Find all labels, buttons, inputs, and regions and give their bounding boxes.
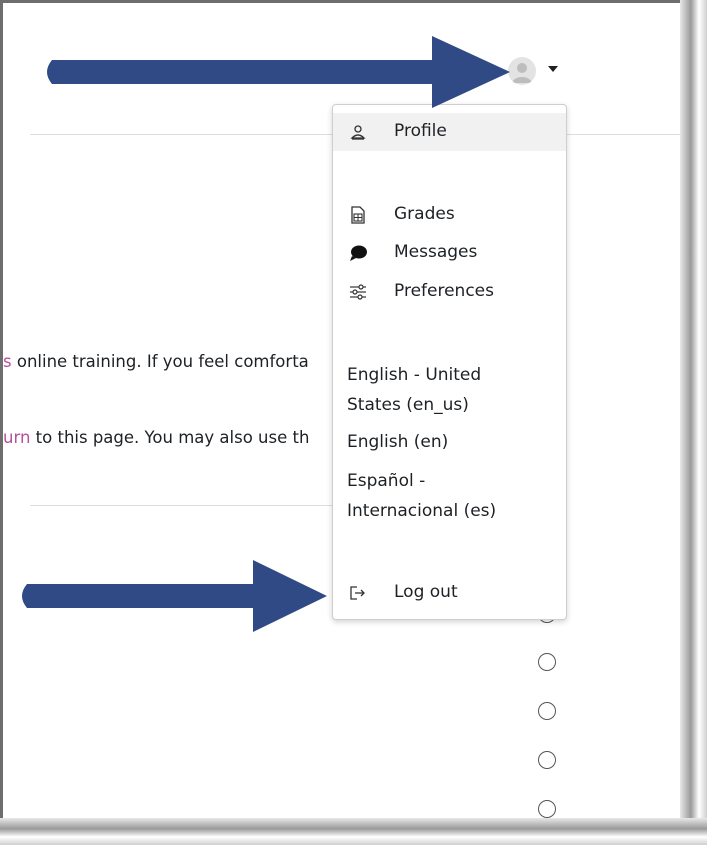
language-option-es-line2: Internacional (es) bbox=[347, 501, 497, 521]
frame-border-left bbox=[0, 0, 3, 845]
frame-border-top bbox=[0, 0, 707, 3]
language-option-es-line1: Español - bbox=[347, 471, 426, 491]
radio-option-4[interactable] bbox=[538, 751, 556, 769]
page-text-line-1: s online training. If you feel comforta bbox=[3, 352, 332, 371]
user-icon bbox=[350, 125, 366, 140]
annotation-arrow-bottom bbox=[22, 560, 327, 632]
language-option-en-us-line1: English - United bbox=[347, 365, 482, 385]
radio-option-3[interactable] bbox=[538, 702, 556, 720]
language-option-en-us-line2: States (en_us) bbox=[347, 395, 469, 415]
radio-option-2[interactable] bbox=[538, 653, 556, 671]
page-text-line-1-prefix: s bbox=[3, 352, 12, 371]
radio-option-5[interactable] bbox=[538, 800, 556, 818]
language-option-en[interactable]: English (en) bbox=[347, 427, 557, 457]
menu-item-preferences[interactable]: Preferences bbox=[333, 273, 566, 311]
menu-item-grades-label: Grades bbox=[394, 204, 455, 224]
menu-item-logout[interactable]: Log out bbox=[333, 574, 566, 612]
language-option-en-label: English (en) bbox=[347, 432, 449, 452]
page-text-line-2: urn to this page. You may also use th bbox=[3, 428, 332, 447]
caret-down-icon[interactable] bbox=[548, 66, 558, 72]
language-option-es[interactable]: Español - Internacional (es) bbox=[347, 466, 557, 526]
logout-icon bbox=[350, 586, 365, 600]
frame-bevel-right bbox=[680, 0, 707, 845]
page-text-line-2-link[interactable]: urn bbox=[3, 428, 30, 447]
menu-item-grades[interactable]: Grades bbox=[333, 196, 566, 234]
menu-item-profile[interactable]: Profile bbox=[333, 113, 566, 151]
menu-item-messages[interactable]: Messages bbox=[333, 234, 566, 272]
user-menu-dropdown: Profile Grades Messages Preferences Engl… bbox=[332, 104, 567, 620]
menu-item-messages-label: Messages bbox=[394, 242, 478, 262]
language-option-en-us[interactable]: English - United States (en_us) bbox=[347, 360, 557, 420]
screenshot-frame: s online training. If you feel comforta … bbox=[0, 0, 707, 845]
content-divider bbox=[30, 505, 332, 506]
sliders-icon bbox=[350, 284, 366, 300]
grades-icon bbox=[351, 206, 365, 224]
page-text-line-2-body: to this page. You may also use th bbox=[30, 428, 310, 447]
menu-item-profile-label: Profile bbox=[394, 121, 447, 141]
frame-bevel-bottom bbox=[0, 818, 707, 845]
chat-bubble-icon bbox=[350, 245, 367, 261]
menu-item-preferences-label: Preferences bbox=[394, 281, 494, 301]
annotation-arrow-top bbox=[47, 36, 510, 108]
page-text-line-1-body: online training. If you feel comforta bbox=[11, 352, 309, 371]
menu-item-logout-label: Log out bbox=[394, 582, 458, 602]
